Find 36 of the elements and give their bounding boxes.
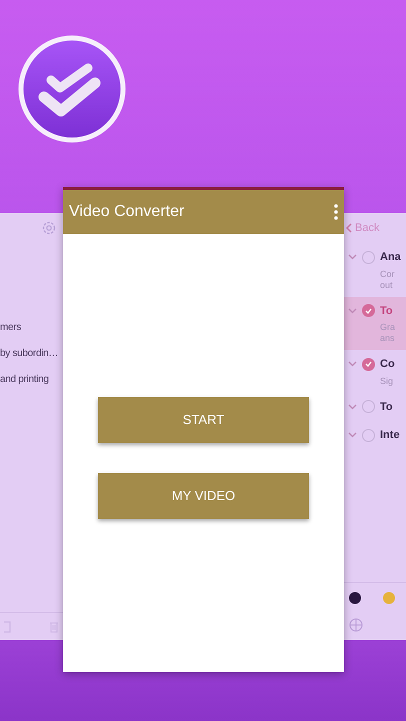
list-item-text[interactable]: and printing xyxy=(0,373,63,387)
chevron-down-icon[interactable] xyxy=(348,361,357,368)
chevron-down-icon[interactable] xyxy=(348,432,357,438)
chevron-left-icon xyxy=(346,223,352,233)
check-icon xyxy=(365,361,372,368)
task-checkbox[interactable] xyxy=(362,358,375,371)
double-check-icon xyxy=(18,35,126,143)
task-note: Gra xyxy=(380,322,396,333)
task-row[interactable]: Co Sig xyxy=(344,350,406,392)
task-note: out xyxy=(380,280,394,290)
task-title: Inte xyxy=(380,428,400,443)
list-item-text[interactable]: mers xyxy=(0,321,63,335)
task-note: Sig xyxy=(380,376,394,386)
task-title: Co xyxy=(380,357,395,372)
chevron-down-icon[interactable] xyxy=(348,254,357,260)
task-row[interactable]: Inte xyxy=(344,421,406,450)
chevron-down-icon[interactable] xyxy=(348,308,357,314)
task-checkbox[interactable] xyxy=(362,304,375,318)
list-item-text[interactable]: by subordin… xyxy=(0,347,63,361)
trash-icon[interactable] xyxy=(49,620,59,632)
chevron-down-icon[interactable] xyxy=(348,404,357,410)
more-menu-icon[interactable] xyxy=(334,204,338,220)
task-note: Cor xyxy=(380,268,396,280)
app-title: Video Converter xyxy=(69,202,184,222)
check-icon xyxy=(365,308,372,314)
gear-icon[interactable] xyxy=(41,220,57,236)
task-title: Ana xyxy=(380,250,401,265)
globe-icon[interactable] xyxy=(349,618,365,634)
task-row[interactable]: To xyxy=(344,392,406,421)
task-checkbox[interactable] xyxy=(362,400,375,414)
task-note: ans xyxy=(380,333,396,344)
task-checkbox[interactable] xyxy=(362,428,375,442)
task-title: To xyxy=(380,304,393,318)
task-checkbox[interactable] xyxy=(362,250,375,264)
task-title: To xyxy=(380,400,393,414)
task-row[interactable]: Ana Cor out xyxy=(344,243,406,296)
